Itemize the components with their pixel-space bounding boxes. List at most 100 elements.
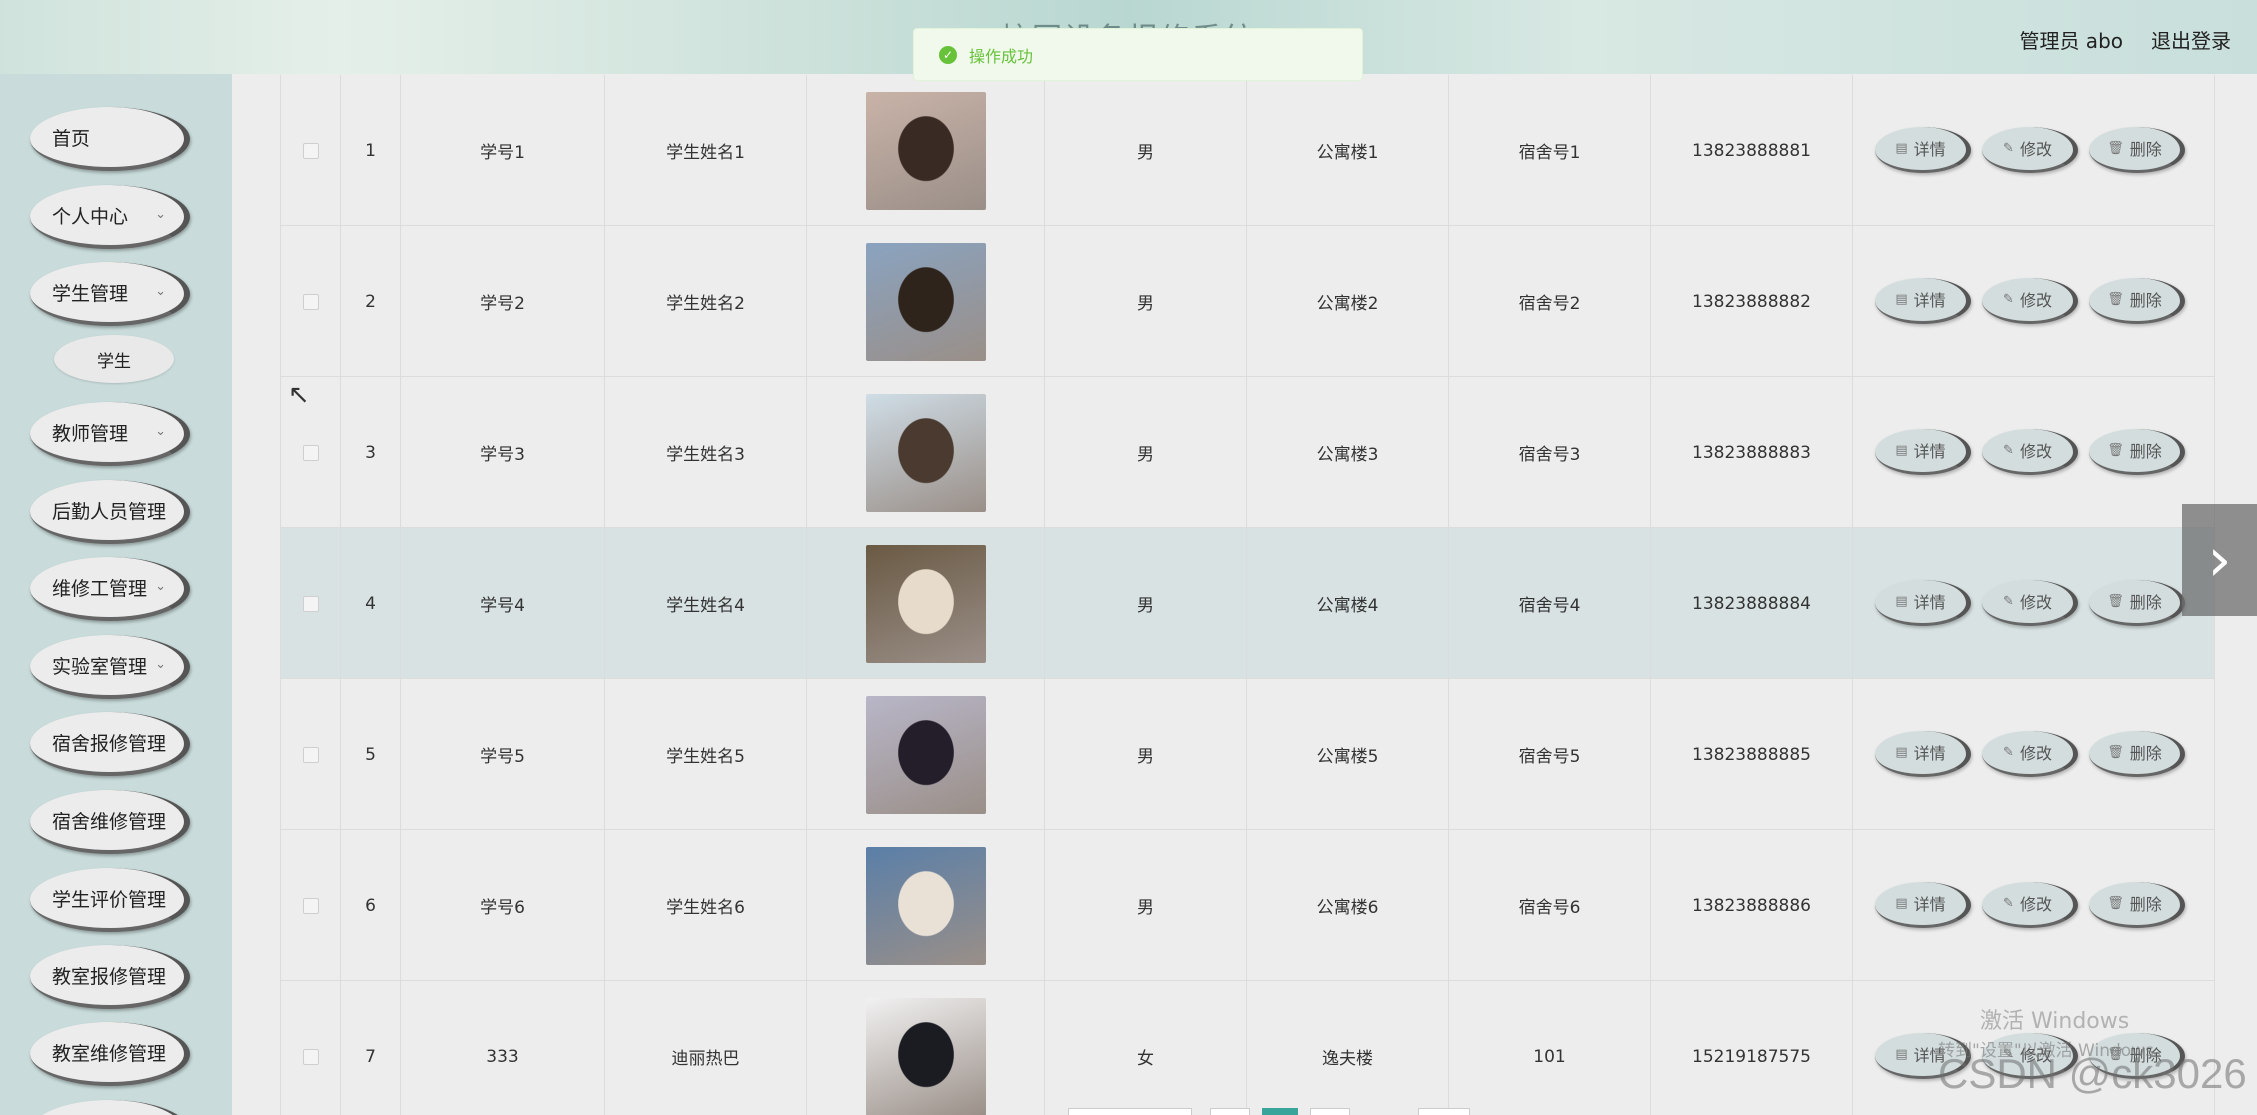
detail-button[interactable]: ▤ 详情: [1875, 277, 1971, 324]
document-icon: ▤: [1895, 291, 1908, 307]
pencil-icon: ✎: [2003, 895, 2014, 911]
document-icon: ▤: [1895, 140, 1908, 156]
document-icon: ▤: [1895, 442, 1908, 458]
delete-button[interactable]: 🗑 删除: [2089, 428, 2185, 475]
delete-button[interactable]: 🗑 删除: [2089, 881, 2185, 928]
page-current-button[interactable]: [1262, 1108, 1298, 1115]
edit-button[interactable]: ✎ 修改: [1982, 126, 2078, 173]
delete-button-label: 删除: [2129, 442, 2162, 461]
table-row: 3 学号3 学生姓名3 男公寓楼3 宿舍号3 13823888883 ▤ 详情 ✎ 修改 🗑 删除: [280, 377, 2215, 528]
actions-cell: ▤ 详情 ✎ 修改 🗑 删除: [1853, 377, 2215, 528]
detail-button[interactable]: ▤ 详情: [1875, 730, 1971, 777]
delete-button[interactable]: 🗑 删除: [2089, 277, 2185, 324]
student-no-cell: 学号1: [401, 75, 605, 226]
index-cell: 5: [341, 679, 401, 830]
select-cell: [281, 226, 341, 377]
delete-button-label: 删除: [2129, 895, 2162, 914]
table-row: 7 333 迪丽热巴女逸夫楼 101 15219187575 ▤ 详情 ✎ 修改 🗑 删除: [280, 981, 2215, 1115]
success-toast: ✓ 操作成功: [913, 28, 1363, 81]
row-checkbox[interactable]: [302, 1048, 319, 1065]
chevron-down-icon: ⌄: [155, 424, 166, 439]
edit-button[interactable]: ✎ 修改: [1982, 277, 2078, 324]
csdn-watermark: CSDN @ck3026: [1938, 1050, 2247, 1097]
student-photo: [865, 846, 986, 965]
room-cell: 宿舍号2: [1449, 226, 1651, 377]
page-next-button[interactable]: [1310, 1108, 1350, 1115]
sidebar-item-label: 教室报修管理: [52, 965, 167, 988]
next-page-arrow[interactable]: ›: [2182, 504, 2257, 616]
delete-button[interactable]: 🗑 删除: [2089, 730, 2185, 777]
sidebar-item[interactable]: 宿舍报修管理: [30, 712, 190, 776]
building-cell: 公寓楼6: [1247, 830, 1449, 981]
sidebar-item-label: 个人中心: [52, 205, 129, 228]
table-row: 4 学号4 学生姓名4 男公寓楼4 宿舍号4 13823888884 ▤ 详情 ✎ 修改 🗑 删除: [280, 528, 2215, 679]
photo-cell: [807, 830, 1045, 981]
room-cell: 101: [1449, 981, 1651, 1115]
row-checkbox[interactable]: [302, 595, 319, 612]
actions-cell: ▤ 详情 ✎ 修改 🗑 删除: [1853, 830, 2215, 981]
edit-button[interactable]: ✎ 修改: [1982, 881, 2078, 928]
detail-button-label: 详情: [1913, 140, 1946, 159]
sidebar-item[interactable]: 教室维修管理: [30, 1022, 190, 1086]
edit-button-label: 修改: [2019, 744, 2052, 763]
row-checkbox[interactable]: [302, 746, 319, 763]
student-no-cell: 学号2: [401, 226, 605, 377]
page-jump-input[interactable]: [1418, 1108, 1470, 1115]
row-checkbox[interactable]: [302, 897, 319, 914]
sidebar-item[interactable]: 个人中心 ⌄: [30, 185, 190, 249]
admin-name: 管理员 abo: [2019, 29, 2123, 53]
pencil-icon: ✎: [2003, 140, 2014, 156]
detail-button[interactable]: ▤ 详情: [1875, 579, 1971, 626]
index-cell: 3: [341, 377, 401, 528]
name-cell: 学生姓名2: [605, 226, 807, 377]
edit-button[interactable]: ✎ 修改: [1982, 428, 2078, 475]
student-no-cell: 333: [401, 981, 605, 1115]
delete-button[interactable]: 🗑 删除: [2089, 579, 2185, 626]
sidebar-item[interactable]: 首页: [30, 107, 190, 171]
sidebar-item[interactable]: [30, 1100, 190, 1115]
sidebar-item[interactable]: 实验室管理 ⌄: [30, 635, 190, 699]
actions-cell: ▤ 详情 ✎ 修改 🗑 删除: [1853, 528, 2215, 679]
trash-icon: 🗑: [2107, 442, 2124, 458]
select-cell: [281, 679, 341, 830]
index-cell: 4: [341, 528, 401, 679]
sidebar-item-label: 首页: [52, 127, 91, 150]
sidebar-subitem-students[interactable]: 学生: [54, 335, 174, 383]
sidebar-item[interactable]: 维修工管理 ⌄: [30, 557, 190, 621]
student-photo: [865, 695, 986, 814]
photo-cell: [807, 226, 1045, 377]
detail-button[interactable]: ▤ 详情: [1875, 428, 1971, 475]
sidebar-item[interactable]: 教室报修管理: [30, 945, 190, 1009]
chevron-down-icon: ⌄: [155, 284, 166, 299]
sidebar-item[interactable]: 宿舍维修管理: [30, 790, 190, 854]
delete-button-label: 删除: [2129, 291, 2162, 310]
photo-cell: [807, 528, 1045, 679]
sidebar-item[interactable]: 学生管理 ⌄: [30, 262, 190, 326]
page-size-select[interactable]: [1068, 1108, 1192, 1115]
gender-cell: 男: [1045, 830, 1247, 981]
detail-button[interactable]: ▤ 详情: [1875, 881, 1971, 928]
detail-button[interactable]: ▤ 详情: [1875, 126, 1971, 173]
sidebar-item[interactable]: 学生评价管理: [30, 868, 190, 932]
index-cell: 2: [341, 226, 401, 377]
edit-button[interactable]: ✎ 修改: [1982, 730, 2078, 777]
row-checkbox[interactable]: [302, 142, 319, 159]
sidebar-item-label: 教师管理: [52, 422, 129, 445]
page-prev-button[interactable]: [1210, 1108, 1250, 1115]
row-checkbox[interactable]: [302, 444, 319, 461]
gender-cell: 男: [1045, 528, 1247, 679]
toast-message: 操作成功: [969, 46, 1034, 66]
delete-button[interactable]: 🗑 删除: [2089, 126, 2185, 173]
edit-button[interactable]: ✎ 修改: [1982, 579, 2078, 626]
student-photo: [865, 91, 986, 210]
room-cell: 宿舍号4: [1449, 528, 1651, 679]
sidebar-item[interactable]: 教师管理 ⌄: [30, 402, 190, 466]
logout-link[interactable]: 退出登录: [2151, 25, 2231, 54]
actions-cell: ▤ 详情 ✎ 修改 🗑 删除: [1853, 75, 2215, 226]
student-no-cell: 学号4: [401, 528, 605, 679]
room-cell: 宿舍号5: [1449, 679, 1651, 830]
building-cell: 公寓楼3: [1247, 377, 1449, 528]
row-checkbox[interactable]: [302, 293, 319, 310]
sidebar-item[interactable]: 后勤人员管理: [30, 480, 190, 544]
trash-icon: 🗑: [2107, 895, 2124, 911]
